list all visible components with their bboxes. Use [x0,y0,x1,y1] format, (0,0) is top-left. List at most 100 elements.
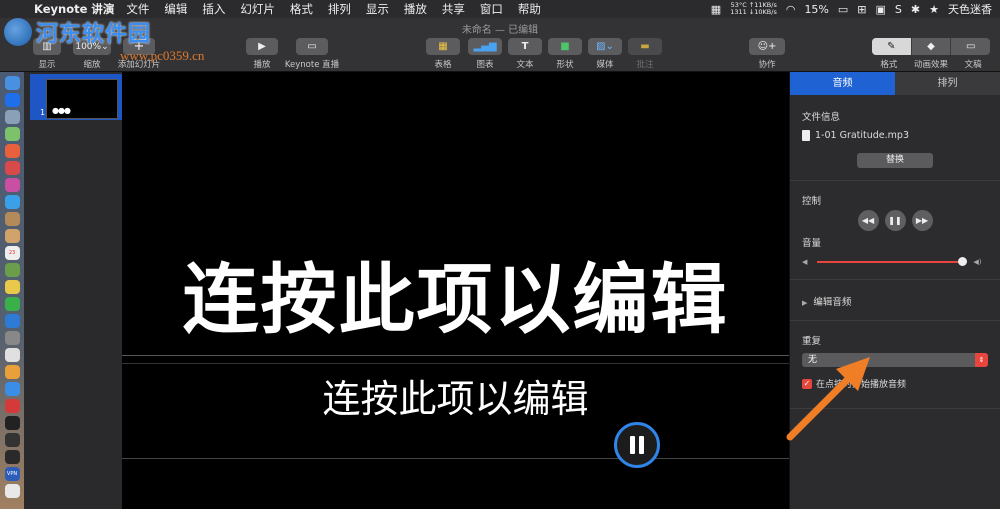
speaker-high-icon: ◀) [973,258,982,266]
edit-audio-label: 编辑音频 [813,297,852,308]
collaborate-button[interactable]: ☺+ 协作 [748,38,786,70]
control-section: 控制 ◀◀ ❚❚ ▶▶ 音量 ◀ ◀) [790,181,1000,280]
istat-icon[interactable]: ▦ [711,3,721,16]
replace-button[interactable]: 替换 [857,153,933,168]
pause-icon[interactable]: ❚❚ [884,210,906,231]
chart-button[interactable]: ▂▄▆ 图表 [466,38,504,70]
media-button[interactable]: ▨⌄ 媒体 [586,38,624,70]
appstore-icon[interactable] [4,314,20,328]
tab-arrange[interactable]: 排列 [895,72,1000,95]
input-method-icon[interactable]: ⊞ [857,3,866,16]
slide-navigator: ●●● 1 [24,72,146,509]
yandex-icon[interactable] [4,484,20,498]
slide-number: 1 [40,108,46,117]
photos-icon[interactable] [4,280,20,294]
app-notes-icon[interactable] [4,229,20,243]
dock: 23 VPN [0,72,24,509]
app-white-icon[interactable] [4,348,20,362]
text-button[interactable]: T 文本 [506,38,544,70]
launchpad-icon[interactable] [4,93,20,107]
extension-icon[interactable]: ▣ [876,3,886,16]
terminal-icon[interactable] [4,416,20,430]
battery-icon[interactable]: ▭ [838,3,848,16]
volume-slider[interactable] [817,257,967,266]
rewind-icon[interactable]: ◀◀ [857,210,879,231]
menu-window[interactable]: 窗口 [480,1,503,17]
tab-document[interactable]: 文稿 [965,58,982,70]
thumbnail-dots: ●●● [52,106,71,115]
bluetooth-icon[interactable]: ✱ [911,3,920,16]
text-box-border-bottom [122,458,789,459]
music-icon[interactable] [4,365,20,379]
disclosure-triangle-icon: ▶ [802,299,808,307]
finder-icon[interactable] [4,76,20,90]
autoplay-checkbox[interactable]: ✓ [802,378,812,389]
wifi-icon[interactable]: ◠ [786,3,796,16]
calendar-icon[interactable]: 23 [4,246,20,260]
chart-icon: ▂▄▆ [468,38,502,55]
audio-pause-button[interactable] [614,422,660,468]
tab-format[interactable]: 格式 [880,58,897,70]
console-icon[interactable] [4,450,20,464]
app-blue-icon[interactable] [4,382,20,396]
messages-icon[interactable] [4,297,20,311]
vivaldi-icon[interactable] [4,399,20,413]
user-name[interactable]: 天色迷香 [948,1,992,17]
maps-icon[interactable] [4,263,20,277]
shape-button[interactable]: ■ 形状 [546,38,584,70]
menu-format[interactable]: 格式 [290,1,313,17]
file-info-section: 文件信息 1-01 Gratitude.mp3 替换 [790,95,1000,181]
slide-body-placeholder[interactable]: 连按此项以编辑 [122,368,789,423]
system-stats[interactable]: 53°C ↑11KB/s 1311 ↓10KB/s [730,2,777,16]
vpn-icon[interactable]: VPN [4,467,20,481]
slide-canvas[interactable]: 连按此项以编辑 连按此项以编辑 [122,72,789,509]
app-pink-icon[interactable] [4,178,20,192]
tab-audio[interactable]: 音频 [790,72,895,95]
volume-knob[interactable] [957,257,967,266]
menu-insert[interactable]: 插入 [202,1,225,17]
activity-monitor-icon[interactable] [4,433,20,447]
repeat-select[interactable]: 无 ⇕ [802,353,988,367]
menu-play[interactable]: 播放 [404,1,427,17]
rocket-icon[interactable] [4,110,20,124]
control-label: 控制 [802,196,822,207]
menu-view[interactable]: 显示 [366,1,389,17]
format-brush-icon[interactable]: ✎ [872,38,912,55]
menu-share[interactable]: 共享 [442,1,465,17]
app-brown-icon[interactable] [4,212,20,226]
slide-title-placeholder[interactable]: 连按此项以编辑 [122,238,789,348]
menu-help[interactable]: 帮助 [518,1,541,17]
chrome-icon[interactable] [4,144,20,158]
fast-forward-icon[interactable]: ▶▶ [911,210,933,231]
menu-edit[interactable]: 编辑 [164,1,187,17]
watermark-logo [4,18,32,46]
safari-icon[interactable] [4,195,20,209]
play-button[interactable]: ▶ 播放 [244,38,280,70]
slide-thumbnail[interactable]: ●●● [46,79,118,119]
app-red-icon[interactable] [4,161,20,175]
android-icon[interactable] [4,127,20,141]
volume-label: 音量 [802,238,822,249]
document-icon[interactable]: ▭ [951,38,990,55]
chevron-updown-icon: ⇕ [975,353,988,367]
media-icon: ▨⌄ [588,38,622,55]
watermark: 河东软件园 [4,16,151,48]
net-down-readout: ↓10KB/s [748,8,777,16]
favorites-star-icon[interactable]: ★ [929,3,939,16]
table-button[interactable]: ▦ 表格 [424,38,462,70]
sogou-icon[interactable]: S [895,3,902,16]
tab-animate[interactable]: 动画效果 [914,58,948,70]
comment-button[interactable]: ▬ 批注 [626,38,664,70]
menu-arrange[interactable]: 排列 [328,1,351,17]
play-icon: ▶ [246,38,278,55]
menu-slide[interactable]: 幻灯片 [240,1,275,17]
edit-audio-disclosure[interactable]: ▶ 编辑音频 [802,280,988,320]
keynote-live-button[interactable]: ▭ Keynote 直播 [284,38,340,70]
menu-app-name[interactable]: Keynote 讲演 [34,1,114,17]
settings-gear-icon[interactable] [4,331,20,345]
cpu-readout: 1311 [730,8,747,16]
animate-diamond-icon[interactable]: ◆ [912,38,952,55]
autoplay-row[interactable]: ✓ 在点按时开始播放音频 [802,377,988,390]
menu-file[interactable]: 文件 [126,1,149,17]
battery-percent[interactable]: 15% [804,3,828,16]
